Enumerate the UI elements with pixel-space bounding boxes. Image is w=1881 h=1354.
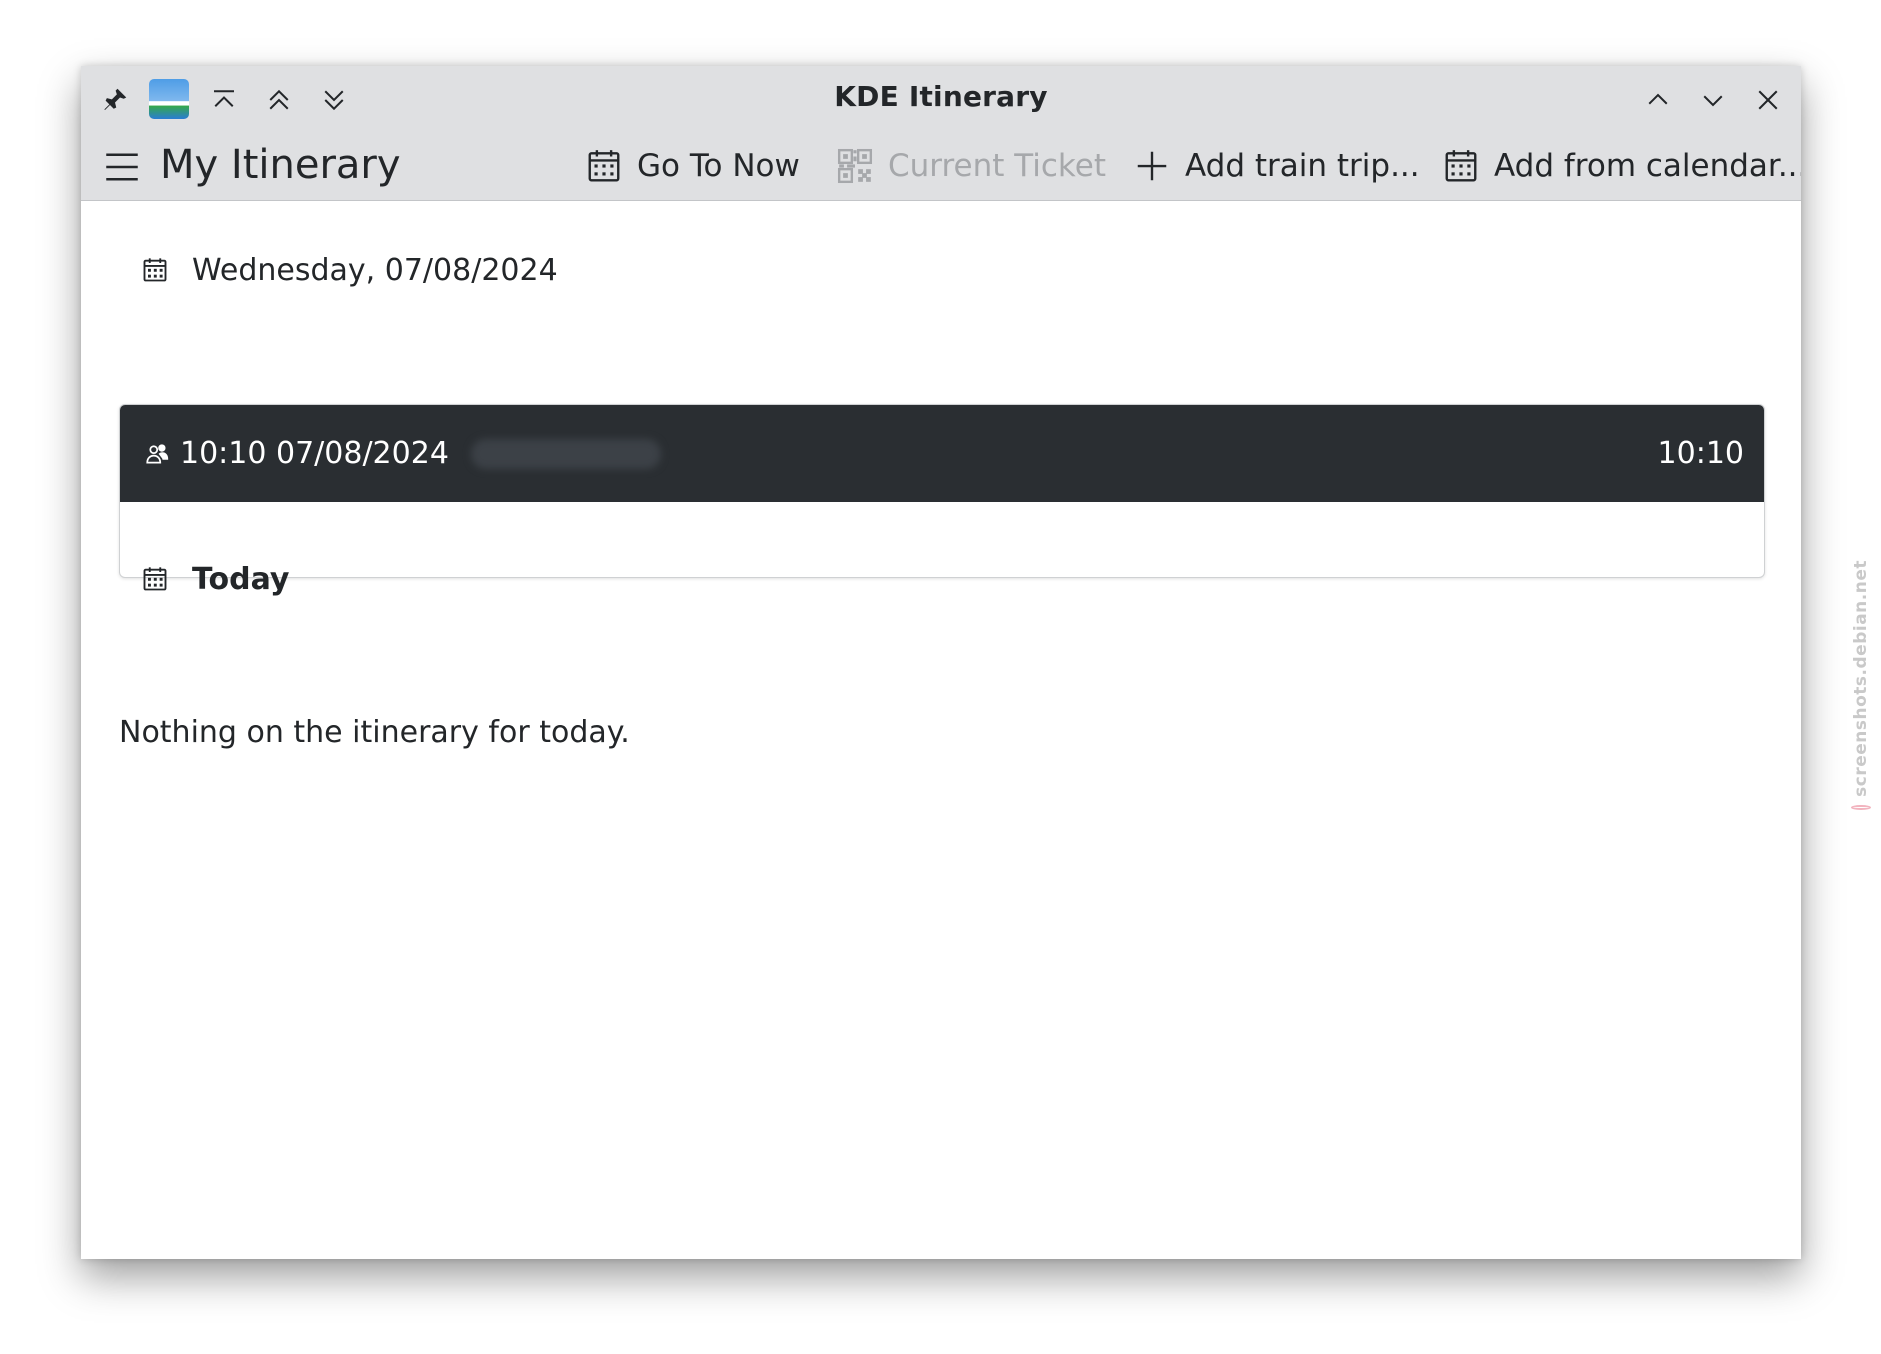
calendar-icon: [140, 564, 170, 594]
calendar-icon: [140, 255, 170, 285]
section-header-date: Wednesday, 07/08/2024: [140, 248, 558, 292]
calendar-icon: [1441, 146, 1481, 186]
calendar-icon: [584, 146, 624, 186]
watermark: screenshots.debian.net: [1846, 560, 1876, 810]
event-card-header: 10:10 07/08/2024 10:10: [120, 405, 1764, 502]
people-icon: [142, 439, 172, 469]
add-from-calendar-label: Add from calendar...: [1494, 148, 1801, 184]
add-from-calendar-button[interactable]: Add from calendar...: [1441, 144, 1801, 188]
qr-code-icon: [835, 146, 875, 186]
add-train-trip-button[interactable]: Add train trip...: [1132, 144, 1420, 188]
event-end-time: 10:10: [1657, 436, 1744, 471]
current-ticket-label: Current Ticket: [888, 148, 1106, 184]
debian-logo-icon: [1851, 804, 1871, 810]
section-date-label: Wednesday, 07/08/2024: [192, 252, 558, 288]
event-start-time: 10:10 07/08/2024: [180, 436, 449, 471]
minimize-icon[interactable]: [1638, 80, 1678, 120]
go-to-now-label: Go To Now: [637, 148, 800, 184]
window-header: KDE Itinerary My Itinerary Go To Now Cur…: [81, 66, 1801, 201]
app-window: KDE Itinerary My Itinerary Go To Now Cur…: [81, 66, 1801, 1259]
section-header-today: Today: [140, 557, 289, 601]
maximize-icon[interactable]: [1693, 80, 1733, 120]
title-bar[interactable]: KDE Itinerary: [81, 66, 1801, 132]
redacted-event-name: [470, 438, 661, 469]
hamburger-menu-icon[interactable]: [101, 146, 143, 188]
event-card[interactable]: 10:10 07/08/2024 10:10: [119, 404, 1765, 578]
window-title: KDE Itinerary: [834, 80, 1048, 113]
timeline-list[interactable]: Wednesday, 07/08/2024 10:10 07/08/2024 1…: [81, 201, 1801, 1259]
toolbar: My Itinerary Go To Now Current Ticket Ad…: [81, 132, 1801, 200]
current-ticket-button[interactable]: Current Ticket: [835, 144, 1106, 188]
watermark-text: screenshots.debian.net: [1851, 560, 1871, 797]
close-icon[interactable]: [1748, 80, 1788, 120]
plus-icon: [1132, 146, 1172, 186]
go-to-now-button[interactable]: Go To Now: [584, 144, 800, 188]
page-title: My Itinerary: [160, 142, 401, 188]
empty-today-message: Nothing on the itinerary for today.: [119, 715, 630, 750]
section-today-label: Today: [192, 561, 290, 597]
add-train-trip-label: Add train trip...: [1185, 148, 1420, 184]
